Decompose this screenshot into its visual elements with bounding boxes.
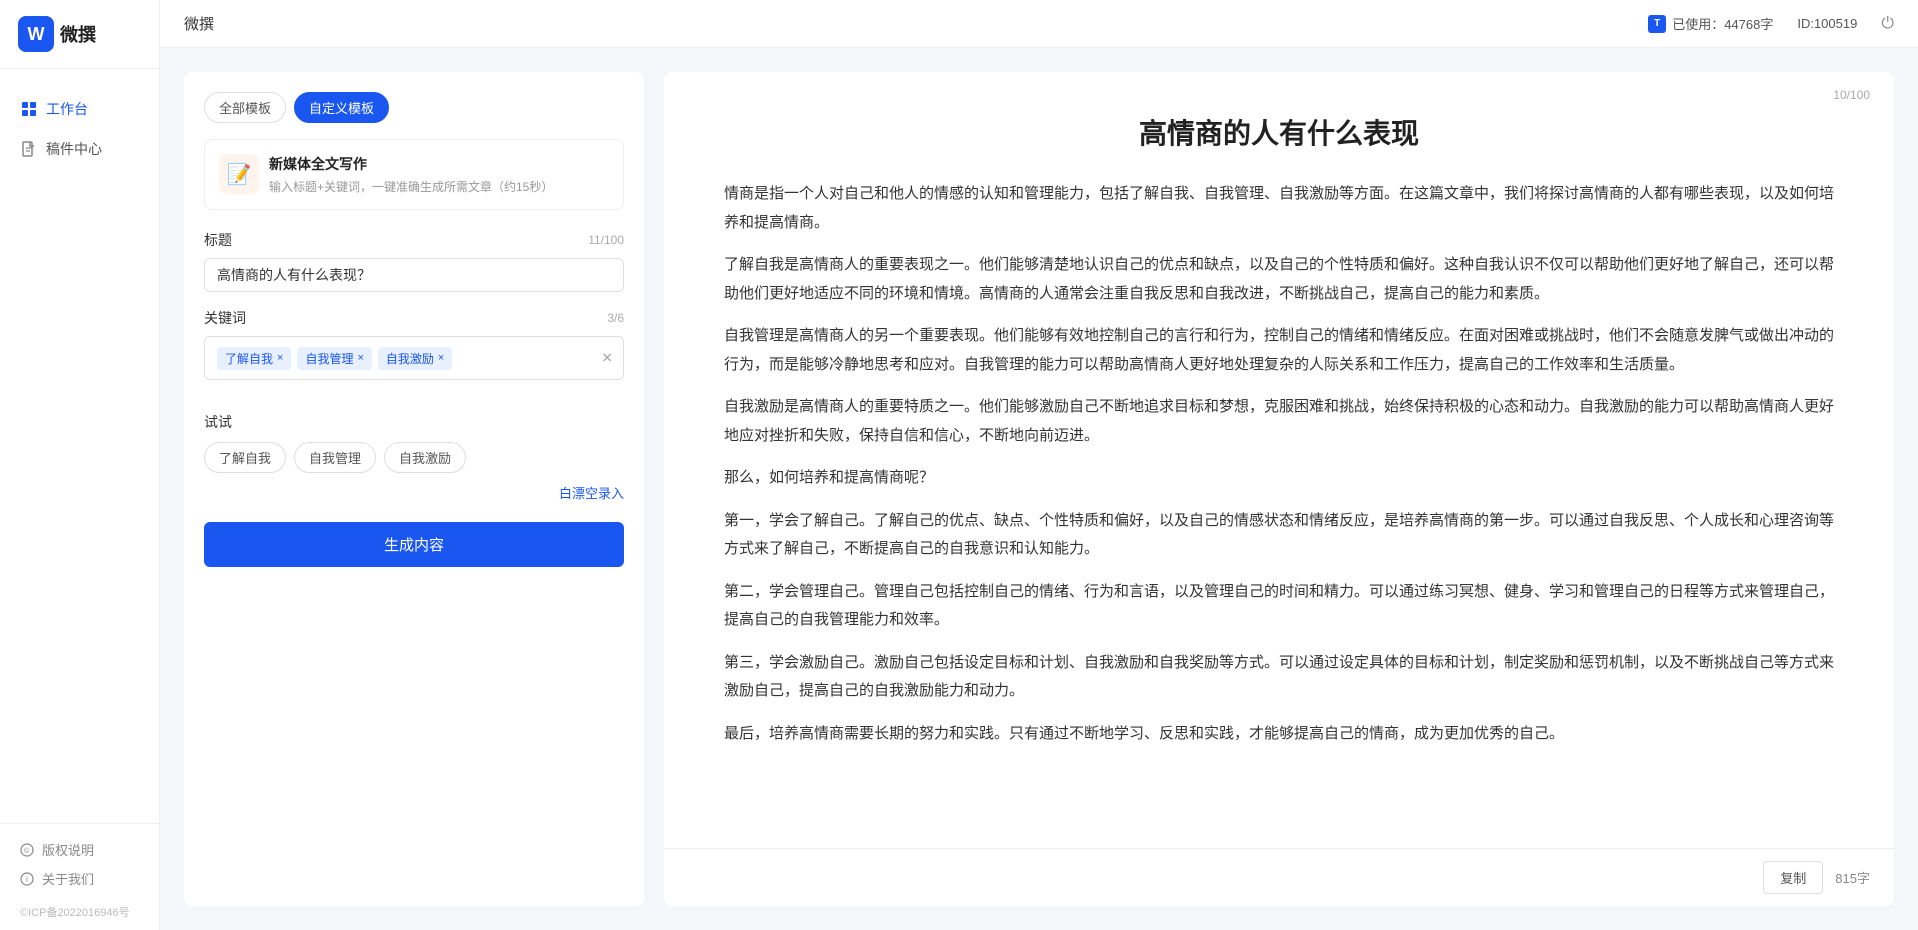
keyword-tag-motivation[interactable]: 自我激励 ×	[378, 347, 452, 370]
svg-text:©: ©	[24, 847, 30, 855]
keywords-clear-btn[interactable]: ✕	[601, 350, 613, 367]
copyright-icon: ©	[20, 843, 34, 857]
content: ‹ 全部模板 自定义模板 📝 新媒体全文写作 输入标题+关键词，一键准确生成所需…	[160, 48, 1918, 930]
tool-card-icon: 📝	[219, 154, 259, 194]
suggestion-self-motivation[interactable]: 自我激励	[384, 442, 466, 473]
tab-custom-templates[interactable]: 自定义模板	[294, 92, 389, 123]
main: 微撰 T 已使用：44768字 ID:100519 ⏻ ‹ 全部模板 自定义模板…	[160, 0, 1918, 930]
preview-counter: 10/100	[1833, 88, 1870, 102]
preview-footer: 复制 815字	[664, 848, 1894, 906]
template-tabs: 全部模板 自定义模板	[204, 92, 624, 123]
paragraph-5: 那么，如何培养和提高情商呢？	[724, 464, 1834, 493]
suggestions-clear-label[interactable]: 白漂空录入	[204, 483, 624, 502]
title-input[interactable]	[204, 258, 624, 292]
keyword-text: 了解自我	[225, 350, 273, 367]
paragraph-9: 最后，培养高情商需要长期的努力和实践。只有通过不断地学习、反思和实践，才能够提高…	[724, 720, 1834, 749]
title-section: 标题 11/100	[204, 230, 624, 292]
keywords-section: 关键词 3/6 了解自我 × 自我管理 × 自我激励 ×	[204, 308, 624, 380]
header-right: T 已使用：44768字 ID:100519 ⏻	[1648, 14, 1894, 33]
keyword-text: 自我激励	[386, 350, 434, 367]
title-label-row: 标题 11/100	[204, 230, 624, 250]
power-icon[interactable]: ⏻	[1881, 15, 1894, 33]
preview-title: 高情商的人有什么表现	[724, 112, 1834, 152]
sidebar-item-drafts-label: 稿件中心	[46, 139, 102, 159]
keyword-close-self[interactable]: ×	[277, 352, 283, 364]
suggestions: 试试 了解自我 自我管理 自我激励 白漂空录入	[204, 412, 624, 502]
sidebar-item-workbench[interactable]: 工作台	[0, 89, 159, 129]
keyword-tag-self[interactable]: 了解自我 ×	[217, 347, 291, 370]
tool-card-info: 新媒体全文写作 输入标题+关键词，一键准确生成所需文章（约15秒）	[269, 154, 609, 195]
keyword-close-motivation[interactable]: ×	[438, 352, 444, 364]
sidebar-footer: © 版权说明 i 关于我们	[0, 823, 159, 904]
usage-text: 已使用：44768字	[1672, 14, 1773, 33]
paragraph-8: 第三，学会激励自己。激励自己包括设定目标和计划、自我激励和自我奖励等方式。可以通…	[724, 649, 1834, 706]
suggestions-label: 试试	[204, 412, 624, 432]
tool-card-desc: 输入标题+关键词，一键准确生成所需文章（约15秒）	[269, 178, 609, 195]
header: 微撰 T 已使用：44768字 ID:100519 ⏻	[160, 0, 1918, 48]
keywords-count: 3/6	[607, 311, 624, 325]
copy-button[interactable]: 复制	[1763, 861, 1823, 894]
preview-body: 情商是指一个人对自己和他人的情感的认知和管理能力，包括了解自我、自我管理、自我激…	[724, 180, 1834, 748]
sidebar-item-drafts[interactable]: 稿件中心	[0, 129, 159, 169]
suggestion-self-management[interactable]: 自我管理	[294, 442, 376, 473]
word-count: 815字	[1835, 868, 1870, 887]
keyword-text: 自我管理	[305, 350, 353, 367]
paragraph-2: 了解自我是高情商人的重要表现之一。他们能够清楚地认识自己的优点和缺点，以及自己的…	[724, 251, 1834, 308]
logo-text: 微撰	[60, 21, 96, 47]
paragraph-7: 第二，学会管理自己。管理自己包括控制自己的情绪、行为和言语，以及管理自己的时间和…	[724, 578, 1834, 635]
left-panel: ‹ 全部模板 自定义模板 📝 新媒体全文写作 输入标题+关键词，一键准确生成所需…	[184, 72, 644, 906]
usage-icon: T	[1648, 15, 1666, 33]
sidebar-nav: 工作台 稿件中心	[0, 69, 159, 823]
usage-info: T 已使用：44768字	[1648, 14, 1773, 33]
footer-about[interactable]: i 关于我们	[20, 869, 139, 888]
grid-icon	[20, 100, 38, 118]
keywords-label-row: 关键词 3/6	[204, 308, 624, 328]
sidebar-item-workbench-label: 工作台	[46, 99, 88, 119]
svg-text:i: i	[26, 875, 28, 884]
paragraph-1: 情商是指一个人对自己和他人的情感的认知和管理能力，包括了解自我、自我管理、自我激…	[724, 180, 1834, 237]
file-icon	[20, 140, 38, 158]
title-count: 11/100	[588, 233, 624, 247]
logo: W 微撰	[0, 0, 159, 69]
paragraph-3: 自我管理是高情商人的另一个重要表现。他们能够有效地控制自己的言行和行为，控制自己…	[724, 322, 1834, 379]
keywords-box[interactable]: 了解自我 × 自我管理 × 自我激励 × ✕	[204, 336, 624, 380]
keywords-label: 关键词	[204, 308, 246, 328]
title-label: 标题	[204, 230, 232, 250]
paragraph-6: 第一，学会了解自己。了解自己的优点、缺点、个性特质和偏好，以及自己的情感状态和情…	[724, 507, 1834, 564]
tab-all-templates[interactable]: 全部模板	[204, 92, 286, 123]
footer-copyright[interactable]: © 版权说明	[20, 840, 139, 859]
tool-card[interactable]: 📝 新媒体全文写作 输入标题+关键词，一键准确生成所需文章（约15秒）	[204, 139, 624, 210]
right-panel: 10/100 高情商的人有什么表现 情商是指一个人对自己和他人的情感的认知和管理…	[664, 72, 1894, 906]
suggestions-chips: 了解自我 自我管理 自我激励	[204, 442, 624, 473]
suggestion-understand-self[interactable]: 了解自我	[204, 442, 286, 473]
paragraph-4: 自我激励是高情商人的重要特质之一。他们能够激励自己不断地追求目标和梦想，克服困难…	[724, 393, 1834, 450]
header-title: 微撰	[184, 13, 214, 34]
preview-content: 10/100 高情商的人有什么表现 情商是指一个人对自己和他人的情感的认知和管理…	[664, 72, 1894, 848]
sidebar: W 微撰 工作台 稿件中心	[0, 0, 160, 930]
logo-icon: W	[18, 16, 54, 52]
tool-card-title: 新媒体全文写作	[269, 154, 609, 174]
keyword-close-management[interactable]: ×	[357, 352, 363, 364]
info-icon: i	[20, 872, 34, 886]
generate-button[interactable]: 生成内容	[204, 522, 624, 567]
keyword-tag-management[interactable]: 自我管理 ×	[297, 347, 371, 370]
user-id: ID:100519	[1797, 16, 1857, 31]
icp-text: ©ICP备2022016946号	[0, 904, 159, 930]
